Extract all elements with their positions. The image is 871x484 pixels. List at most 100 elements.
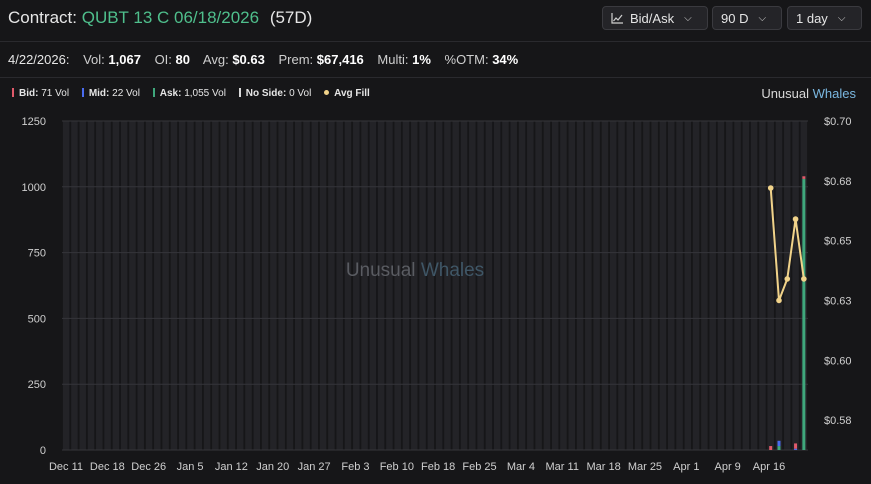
stats-bar: 4/22/2026: Vol: 1,067 OI: 80 Avg: $0.63 … (0, 42, 871, 78)
avg-fill-point (776, 297, 782, 304)
day-column (493, 121, 501, 450)
bar-ask (802, 178, 806, 450)
day-column (212, 121, 219, 450)
day-column (71, 121, 78, 450)
day-column (104, 121, 111, 450)
chevron-down-icon: ⌵ (758, 12, 767, 24)
y-left-tick-label: 500 (28, 313, 46, 325)
day-column (626, 121, 634, 450)
day-column (585, 121, 592, 450)
multi-label: Multi: (377, 52, 409, 67)
day-column (601, 121, 609, 450)
avg-fill-point (767, 185, 774, 191)
x-tick-label: Dec 11 (49, 461, 83, 473)
x-tick-label: Dec 26 (131, 461, 166, 473)
x-tick-label: Jan 27 (298, 461, 331, 473)
prem-value: $67,416 (316, 52, 364, 67)
brand-word-2: Whales (812, 86, 856, 101)
day-column (568, 121, 576, 450)
day-column (734, 121, 741, 450)
day-column (203, 121, 211, 450)
x-tick-label: Apr 9 (714, 461, 740, 473)
oi-label: OI: (154, 52, 172, 67)
day-column (527, 121, 534, 450)
x-tick-label: Feb 10 (380, 461, 414, 473)
x-tick-label: Mar 18 (586, 461, 620, 473)
day-column (228, 121, 236, 450)
legend-mid-label: Mid: (88, 88, 110, 99)
interval-select[interactable]: 1 day ⌵ (787, 6, 862, 30)
view-select-label: Bid/Ask (630, 10, 675, 26)
contract-name[interactable]: QUBT 13 C 06/18/2026 (82, 8, 259, 27)
day-column (684, 121, 692, 450)
day-column (278, 121, 285, 450)
x-tick-label: Feb 25 (462, 461, 496, 473)
otm-label: %OTM: (444, 52, 489, 67)
y-right-tick-label: $0.65 (824, 236, 852, 248)
day-column (485, 121, 493, 450)
day-column (394, 121, 401, 450)
x-tick-label: Jan 20 (256, 461, 289, 473)
contract-prefix: Contract: (8, 8, 77, 27)
interval-select-label: 1 day (796, 10, 828, 26)
legend-noside[interactable]: No Side: 0 Vol (238, 88, 311, 99)
day-column (377, 121, 385, 450)
view-select[interactable]: Bid/Ask ⌵ (602, 6, 708, 30)
bar-bid (769, 446, 773, 450)
legend-ask-value: 1,055 Vol (184, 88, 226, 99)
day-column (742, 121, 750, 450)
day-column (469, 121, 476, 450)
avgfill-swatch (324, 90, 330, 95)
day-column (96, 121, 103, 450)
y-left-tick-label: 250 (28, 379, 46, 391)
mid-swatch (81, 88, 84, 97)
avg-label: Avg: (202, 52, 229, 67)
bar-ask (777, 446, 781, 450)
day-column (154, 121, 161, 450)
day-column (303, 121, 310, 450)
day-column (236, 121, 244, 450)
day-column (129, 121, 136, 450)
legend-mid-value: 22 Vol (112, 88, 140, 99)
legend-bid-label: Bid: (19, 88, 39, 99)
x-tick-label: Feb 18 (421, 461, 455, 473)
day-column (245, 121, 252, 450)
day-column (759, 121, 766, 450)
watermark-text: Unusual Whales (346, 260, 484, 281)
day-column (419, 121, 426, 450)
y-right-tick-label: $0.58 (824, 415, 852, 427)
legend-avgfill[interactable]: Avg Fill (324, 88, 370, 99)
x-tick-label: Mar 4 (507, 461, 535, 473)
legend-mid[interactable]: Mid: 22 Vol (81, 88, 140, 99)
day-column (543, 121, 551, 450)
avg-fill-point (792, 216, 799, 222)
legend-ask[interactable]: Ask: 1,055 Vol (152, 88, 226, 99)
day-column (353, 121, 360, 450)
day-column (775, 121, 783, 450)
day-column (328, 121, 335, 450)
day-column (112, 121, 120, 450)
day-column (319, 121, 327, 450)
contract-header: Contract: QUBT 13 C 06/18/2026 (57D) Bid… (0, 0, 871, 42)
day-column (667, 121, 675, 450)
day-column (551, 121, 559, 450)
day-column (261, 121, 269, 450)
day-column (87, 121, 95, 450)
vol-value: 1,067 (108, 52, 141, 67)
bar-bid (802, 176, 806, 179)
legend-ask-label: Ask: (159, 88, 182, 99)
day-column (717, 121, 725, 450)
legend-bid[interactable]: Bid: 71 Vol (12, 88, 69, 99)
day-column (79, 121, 86, 450)
multi-value: 1% (412, 52, 431, 67)
day-column (593, 121, 600, 450)
range-select[interactable]: 90 D ⌵ (712, 6, 782, 30)
chart-legend: Bid: 71 Vol Mid: 22 Vol Ask: 1,055 Vol N… (12, 88, 380, 99)
day-column (336, 121, 343, 450)
day-column (294, 121, 302, 450)
avg-fill-point (801, 276, 807, 282)
day-column (270, 121, 277, 450)
x-tick-label: Jan 12 (215, 461, 248, 473)
volume-chart[interactable]: Unusual Whales 0 250 500 750 1000 1250 $0.58 $0.… (0, 105, 871, 484)
x-tick-label: Jan 5 (177, 461, 204, 473)
